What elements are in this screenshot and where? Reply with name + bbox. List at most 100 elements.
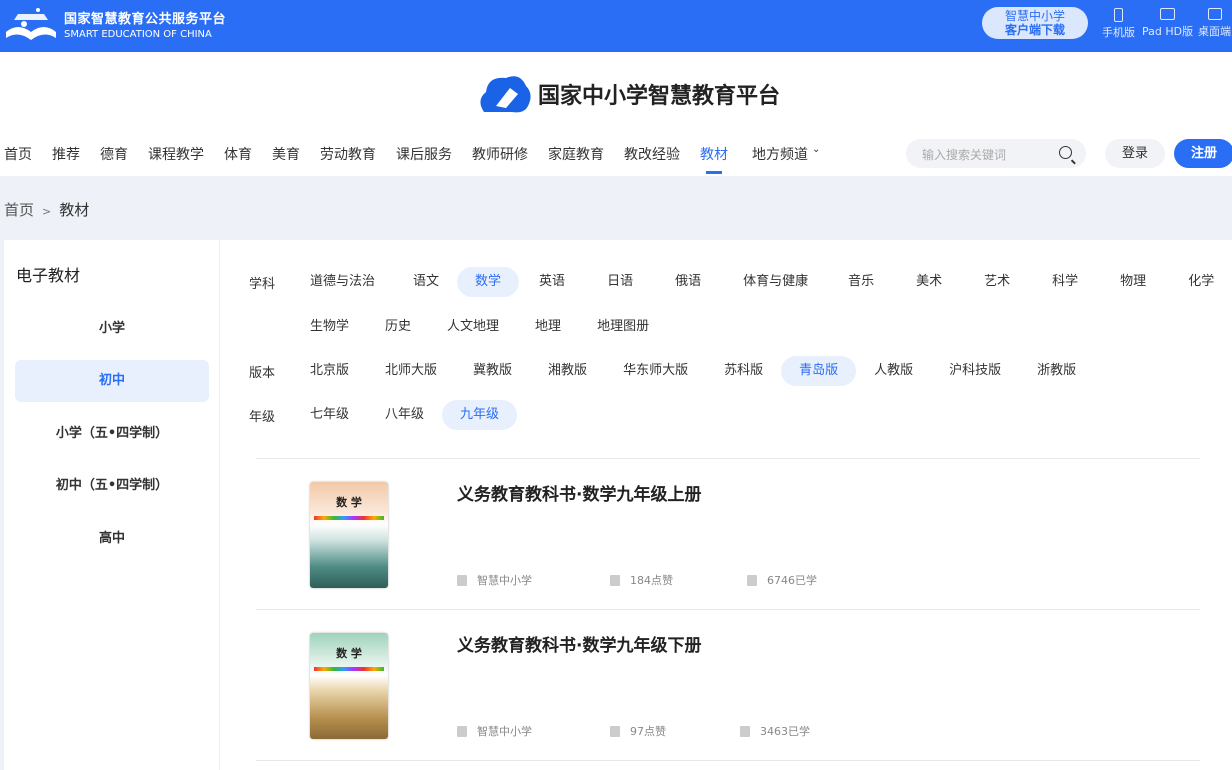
book-list-item[interactable]: 数 学 义务教育教科书·数学九年级上册 智慧中小学 184点赞 6746已学 bbox=[256, 458, 1200, 608]
register-button[interactable]: 注册 bbox=[1174, 139, 1232, 168]
subject-option[interactable]: 英语 bbox=[521, 267, 583, 297]
nav-labor[interactable]: 劳动教育 bbox=[320, 144, 384, 164]
book-cover-image[interactable]: 数 学 bbox=[310, 482, 388, 588]
site-logo[interactable]: 国家中小学智慧教育平台 bbox=[476, 72, 780, 116]
client-download-button[interactable]: 智慧中小学 客户端下载 bbox=[982, 7, 1088, 39]
open-book-logo-icon bbox=[6, 8, 56, 40]
subject-option[interactable]: 艺术 bbox=[966, 267, 1028, 297]
subject-option[interactable]: 人文地理 bbox=[429, 312, 517, 342]
search-placeholder: 输入搜索关键词 bbox=[922, 148, 1007, 162]
tablet-icon bbox=[1160, 8, 1176, 20]
edition-option[interactable]: 华东师大版 bbox=[605, 356, 706, 386]
breadcrumb-separator: > bbox=[42, 205, 52, 218]
nav-courses[interactable]: 课程教学 bbox=[148, 144, 212, 164]
textbook-panel: 学科 道德与法治 语文 数学 英语 日语 俄语 体育与健康 音乐 美术 艺术 科… bbox=[220, 240, 1232, 770]
grade-label: 年级 bbox=[249, 409, 276, 425]
chevron-down-icon[interactable]: ⌄ bbox=[812, 144, 828, 164]
cloud-logo-icon bbox=[480, 76, 531, 113]
book-title[interactable]: 义务教育教科书·数学九年级下册 bbox=[457, 631, 701, 656]
nav-moral[interactable]: 德育 bbox=[100, 144, 136, 164]
pad-label: Pad HD版 bbox=[1142, 25, 1194, 38]
main-nav: 首页 推荐 德育 课程教学 体育 美育 劳动教育 课后服务 教师研修 家庭教育 … bbox=[0, 144, 828, 174]
sidebar-title: 电子教材 bbox=[16, 266, 81, 285]
subject-option[interactable]: 体育与健康 bbox=[725, 267, 826, 297]
edition-option[interactable]: 湘教版 bbox=[530, 356, 605, 386]
edition-option[interactable]: 冀教版 bbox=[455, 356, 530, 386]
book-learners: 6746已学 bbox=[747, 572, 817, 588]
subject-option[interactable]: 地理图册 bbox=[579, 312, 667, 342]
pad-version-link[interactable]: Pad HD版 bbox=[1142, 8, 1193, 39]
search-icon[interactable] bbox=[1059, 146, 1072, 159]
edition-option[interactable]: 北京版 bbox=[292, 356, 367, 386]
subject-option[interactable]: 音乐 bbox=[830, 267, 892, 297]
sidebar-item-junior[interactable]: 初中 bbox=[15, 360, 209, 402]
nav-teacher-training[interactable]: 教师研修 bbox=[472, 144, 536, 164]
brand-en: SMART EDUCATION OF CHINA bbox=[64, 29, 212, 40]
brand-cn: 国家智慧教育公共服务平台 bbox=[64, 12, 227, 27]
logo-text: 国家中小学智慧教育平台 bbox=[538, 84, 781, 109]
likes-text: 97点赞 bbox=[630, 725, 666, 738]
search-input[interactable]: 输入搜索关键词 bbox=[906, 139, 1086, 168]
subject-option-selected[interactable]: 数学 bbox=[457, 267, 520, 297]
subject-option[interactable]: 俄语 bbox=[657, 267, 719, 297]
nav-reform[interactable]: 教改经验 bbox=[624, 144, 688, 164]
book-likes: 97点赞 bbox=[610, 723, 666, 739]
nav-arts[interactable]: 美育 bbox=[272, 144, 308, 164]
nav-after-school[interactable]: 课后服务 bbox=[396, 144, 460, 164]
thumbs-up-icon bbox=[610, 725, 620, 737]
learners-text: 3463已学 bbox=[760, 725, 810, 738]
edition-option[interactable]: 人教版 bbox=[856, 356, 931, 386]
subject-option[interactable]: 科学 bbox=[1034, 267, 1096, 297]
divider bbox=[256, 760, 1200, 761]
learners-text: 6746已学 bbox=[767, 574, 817, 587]
study-record-icon bbox=[740, 725, 750, 737]
nav-home[interactable]: 首页 bbox=[4, 144, 40, 164]
book-source: 智慧中小学 bbox=[457, 723, 532, 739]
download-line2: 客户端下载 bbox=[1004, 23, 1065, 37]
grade-option[interactable]: 七年级 bbox=[292, 400, 367, 430]
subject-option[interactable]: 地理 bbox=[517, 312, 579, 342]
sidebar-item-junior-54[interactable]: 初中（五•四学制） bbox=[15, 465, 209, 507]
subject-option[interactable]: 化学 bbox=[1170, 267, 1232, 297]
subject-option[interactable]: 美术 bbox=[898, 267, 960, 297]
nav-sports[interactable]: 体育 bbox=[224, 144, 260, 164]
cover-stripe bbox=[314, 667, 384, 671]
sidebar-item-primary[interactable]: 小学 bbox=[15, 308, 209, 350]
edition-option[interactable]: 北师大版 bbox=[367, 356, 455, 386]
book-list-item[interactable]: 数 学 义务教育教科书·数学九年级下册 智慧中小学 97点赞 3463已学 bbox=[256, 609, 1200, 759]
grade-option-selected[interactable]: 九年级 bbox=[442, 400, 518, 430]
publisher-icon bbox=[457, 574, 467, 586]
book-title[interactable]: 义务教育教科书·数学九年级上册 bbox=[457, 480, 701, 505]
subject-option[interactable]: 日语 bbox=[589, 267, 651, 297]
subject-option[interactable]: 道德与法治 bbox=[292, 267, 393, 297]
sidebar-item-primary-54[interactable]: 小学（五•四学制） bbox=[15, 413, 209, 455]
edition-option[interactable]: 苏科版 bbox=[706, 356, 781, 386]
login-button[interactable]: 登录 bbox=[1105, 139, 1165, 168]
likes-text: 184点赞 bbox=[630, 574, 673, 587]
desktop-label: 桌面端 bbox=[1198, 25, 1231, 38]
mobile-version-link[interactable]: 手机版 bbox=[1102, 8, 1135, 40]
subject-option[interactable]: 语文 bbox=[395, 267, 457, 297]
nav-textbooks[interactable]: 教材 bbox=[700, 144, 736, 174]
edition-option[interactable]: 浙教版 bbox=[1019, 356, 1094, 386]
nav-family[interactable]: 家庭教育 bbox=[548, 144, 612, 164]
desktop-version-link[interactable]: 桌面端 bbox=[1198, 8, 1231, 39]
nav-recommend[interactable]: 推荐 bbox=[52, 144, 88, 164]
grade-option[interactable]: 八年级 bbox=[367, 400, 442, 430]
breadcrumb-home[interactable]: 首页 bbox=[4, 201, 34, 219]
book-cover-image[interactable]: 数 学 bbox=[310, 633, 388, 739]
subject-option[interactable]: 物理 bbox=[1102, 267, 1164, 297]
nav-local-channels[interactable]: 地方频道 bbox=[752, 144, 816, 164]
stage-sidebar: 电子教材 小学 初中 小学（五•四学制） 初中（五•四学制） 高中 bbox=[4, 240, 219, 770]
source-text: 智慧中小学 bbox=[477, 574, 532, 587]
desktop-icon bbox=[1207, 8, 1222, 20]
subject-option[interactable]: 生物学 bbox=[292, 312, 367, 342]
phone-icon bbox=[1114, 8, 1123, 22]
cover-title: 数 学 bbox=[336, 647, 362, 660]
sidebar-item-senior[interactable]: 高中 bbox=[15, 518, 209, 560]
platform-brand[interactable]: 国家智慧教育公共服务平台 SMART EDUCATION OF CHINA bbox=[4, 6, 226, 42]
publisher-icon bbox=[457, 725, 467, 737]
edition-option[interactable]: 沪科技版 bbox=[931, 356, 1019, 386]
subject-option[interactable]: 历史 bbox=[367, 312, 429, 342]
edition-option-selected[interactable]: 青岛版 bbox=[781, 356, 857, 386]
